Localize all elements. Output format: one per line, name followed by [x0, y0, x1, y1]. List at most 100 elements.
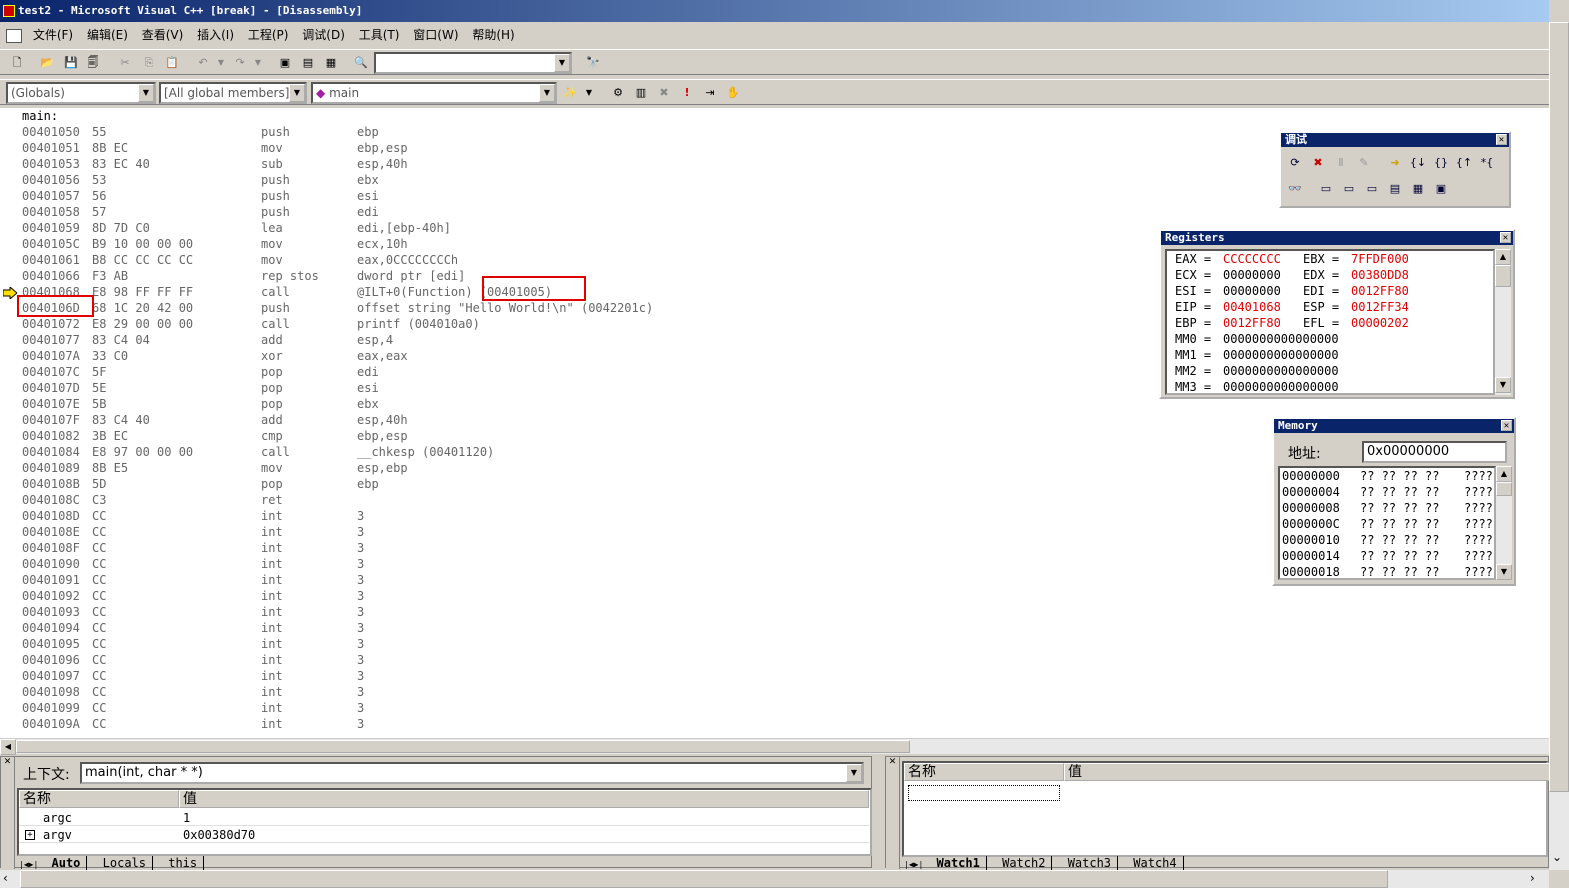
- register-value[interactable]: 0000000000000000: [1223, 347, 1339, 363]
- scroll-down-icon[interactable]: ⌄: [1552, 850, 1562, 864]
- register-value[interactable]: 0000000000000000: [1223, 379, 1339, 393]
- scroll-thumb[interactable]: [16, 740, 910, 753]
- register-value[interactable]: CCCCCCCC: [1223, 251, 1281, 267]
- registers-window-icon[interactable]: ▭: [1362, 179, 1382, 199]
- scroll-up-icon[interactable]: ▲: [1495, 249, 1511, 265]
- search-icon[interactable]: 🔭: [584, 54, 602, 72]
- stop-build-icon[interactable]: ✖: [655, 84, 673, 102]
- undo-icon[interactable]: ↶: [194, 54, 212, 72]
- main-hscrollbar[interactable]: ‹ ›: [0, 870, 1549, 888]
- chevron-down-icon[interactable]: ▼: [539, 84, 555, 102]
- show-next-statement-icon[interactable]: ➜: [1385, 153, 1405, 173]
- document-icon[interactable]: [6, 28, 22, 43]
- call-stack-icon[interactable]: ▦: [1408, 179, 1428, 199]
- tab-locals[interactable]: Locals: [97, 856, 153, 870]
- members-combo[interactable]: [All global members] ▼: [159, 82, 307, 104]
- memory-window-icon[interactable]: ▤: [1385, 179, 1405, 199]
- register-value[interactable]: 0000000000000000: [1223, 363, 1339, 379]
- chevron-down-icon[interactable]: ▼: [554, 54, 570, 72]
- memory-dump[interactable]: 00000000 ?? ?? ?? ?????? 00000004 ?? ?? ?? …: [1278, 466, 1496, 580]
- pane-grip[interactable]: ✕: [886, 757, 900, 869]
- menu-insert[interactable]: 插入(I): [192, 24, 239, 46]
- build-icon[interactable]: ▥: [632, 84, 650, 102]
- watch-grid[interactable]: 名称 值: [902, 761, 1550, 857]
- stop-debugging-icon[interactable]: ✖: [1308, 153, 1328, 173]
- variable-value[interactable]: 0x00380d70: [183, 827, 255, 843]
- watch-col-name-header[interactable]: 名称: [904, 763, 1064, 781]
- tab-watch2[interactable]: Watch2: [996, 856, 1053, 870]
- register-value[interactable]: 7FFDF000: [1351, 251, 1409, 267]
- col-value-header[interactable]: 值: [179, 790, 869, 808]
- register-value[interactable]: 00000000: [1223, 283, 1281, 299]
- workspace-icon[interactable]: ▣: [276, 54, 294, 72]
- scroll-thumb[interactable]: [1495, 265, 1511, 287]
- scroll-up-icon[interactable]: ▲: [1496, 466, 1512, 482]
- scroll-thumb[interactable]: [1496, 482, 1512, 496]
- function-combo[interactable]: ◆ main ▼: [311, 82, 557, 104]
- disassembly-window-icon[interactable]: ▣: [1431, 179, 1451, 199]
- scroll-left-icon[interactable]: ‹: [3, 871, 8, 885]
- menu-view[interactable]: 查看(V): [137, 24, 189, 46]
- register-value[interactable]: 0000000000000000: [1223, 331, 1339, 347]
- step-into-icon[interactable]: {↓: [1408, 153, 1428, 173]
- menu-file[interactable]: 文件(F): [28, 24, 78, 46]
- tab-scroll-icon[interactable]: |◀▶|: [904, 860, 923, 869]
- find-in-files-icon[interactable]: 🔍: [352, 54, 370, 72]
- step-out-icon[interactable]: {↑: [1454, 153, 1474, 173]
- run-to-cursor-icon[interactable]: *{: [1477, 153, 1497, 173]
- scroll-right-icon[interactable]: ›: [1530, 871, 1535, 885]
- cut-icon[interactable]: ✂: [116, 54, 134, 72]
- watch-window-icon[interactable]: ▭: [1316, 179, 1336, 199]
- scroll-thumb[interactable]: [20, 870, 1388, 888]
- pane-grip[interactable]: ✕: [1, 757, 15, 869]
- variables-grid[interactable]: 名称 值 argc 1 + argv 0x00380d70: [17, 788, 872, 856]
- save-icon[interactable]: 💾: [62, 54, 80, 72]
- variable-value[interactable]: 1: [183, 810, 190, 826]
- menu-debug[interactable]: 调试(D): [297, 24, 350, 46]
- wizard-wand-icon[interactable]: ✨: [561, 84, 579, 102]
- chevron-down-icon[interactable]: ▼: [846, 764, 862, 782]
- context-combo[interactable]: main(int, char * *) ▼: [80, 762, 864, 784]
- open-folder-icon[interactable]: 📂: [38, 54, 56, 72]
- chevron-down-icon[interactable]: ▼: [138, 84, 154, 102]
- tab-scroll-icon[interactable]: |◀▶|: [19, 860, 38, 869]
- output-icon[interactable]: ▤: [299, 54, 317, 72]
- registers-title[interactable]: Registers ✕: [1161, 231, 1513, 245]
- execute-icon[interactable]: !: [678, 84, 696, 102]
- expand-icon[interactable]: +: [25, 830, 35, 840]
- redo-icon[interactable]: ↷: [231, 54, 249, 72]
- restart-icon[interactable]: ⟳: [1285, 153, 1305, 173]
- compile-icon[interactable]: ⚙: [609, 84, 627, 102]
- scroll-down-icon[interactable]: ▼: [1495, 377, 1511, 393]
- register-value[interactable]: 00401068: [1223, 299, 1281, 315]
- menu-project[interactable]: 工程(P): [243, 24, 294, 46]
- find-combo[interactable]: ▼: [374, 52, 572, 74]
- close-icon[interactable]: ✕: [1501, 420, 1512, 431]
- break-icon[interactable]: Ⅱ: [1331, 153, 1351, 173]
- chevron-down-icon[interactable]: ▼: [289, 84, 305, 102]
- quickwatch-icon[interactable]: 👓: [1285, 179, 1305, 199]
- registers-vscrollbar[interactable]: ▲ ▼: [1495, 249, 1511, 395]
- go-icon[interactable]: ⇥: [701, 84, 719, 102]
- main-vscrollbar[interactable]: ⌄: [1549, 22, 1569, 870]
- memory-vscrollbar[interactable]: ▲ ▼: [1496, 466, 1512, 580]
- register-value[interactable]: 0012FF80: [1223, 315, 1281, 331]
- disassembly-hscrollbar[interactable]: ◀: [0, 738, 1549, 755]
- register-value[interactable]: 0012FF80: [1351, 283, 1409, 299]
- watch-new-entry[interactable]: [908, 785, 1060, 801]
- scroll-down-icon[interactable]: ▼: [1496, 564, 1512, 580]
- variable-row[interactable]: argc 1: [19, 810, 869, 826]
- redo-dropdown-icon[interactable]: ▼: [249, 54, 267, 72]
- variables-window-icon[interactable]: ▭: [1339, 179, 1359, 199]
- globals-combo[interactable]: (Globals) ▼: [6, 82, 156, 104]
- registers-list[interactable]: EAX = CCCCCCCC EBX = 7FFDF000 ECX = 00000000 E…: [1165, 249, 1495, 395]
- close-icon[interactable]: ✕: [1496, 134, 1507, 145]
- debug-toolbar-title[interactable]: 调试 ✕: [1281, 133, 1509, 147]
- register-value[interactable]: 00000202: [1351, 315, 1409, 331]
- breakpoint-hand-icon[interactable]: ✋: [724, 84, 742, 102]
- close-icon[interactable]: ✕: [1500, 232, 1511, 243]
- tab-watch1[interactable]: Watch1: [931, 856, 987, 870]
- apply-code-changes-icon[interactable]: ✎: [1354, 153, 1374, 173]
- menu-window[interactable]: 窗口(W): [408, 24, 463, 46]
- menu-tools[interactable]: 工具(T): [354, 24, 405, 46]
